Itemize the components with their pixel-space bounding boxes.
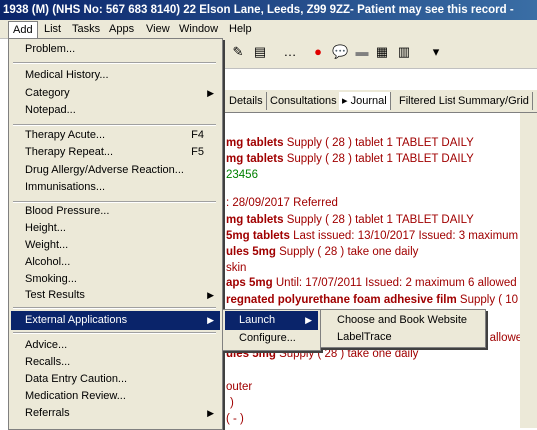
menu-window[interactable]: Window bbox=[175, 21, 222, 37]
journal-line[interactable]: 5mg tablets Last issued: 13/10/2017 Issu… bbox=[226, 230, 537, 242]
tab-summary-grid[interactable]: Summary/Grid bbox=[455, 92, 533, 110]
tab-arrow-icon: ▸ bbox=[342, 95, 351, 107]
tab-journal-label: Journal bbox=[350, 95, 387, 107]
building-icon[interactable]: ▥ bbox=[396, 44, 412, 60]
menu-view[interactable]: View bbox=[142, 21, 174, 37]
journal-line[interactable]: ) bbox=[230, 397, 234, 409]
submenu-arrow-icon: ▶ bbox=[207, 290, 214, 300]
pen-icon[interactable]: ✎ bbox=[230, 44, 246, 60]
journal-line[interactable]: outer bbox=[226, 381, 252, 393]
menu-item-immunisations[interactable]: Immunisations... bbox=[11, 178, 220, 197]
add-menu: Problem... Medical History... Category ▶ … bbox=[8, 38, 223, 430]
journal-line[interactable]: ules 5mg Supply ( 28 ) take one daily bbox=[226, 246, 418, 258]
vertical-scrollbar[interactable] bbox=[520, 113, 537, 428]
tab-journal[interactable]: ▸ Journal bbox=[339, 92, 391, 110]
submenu-arrow-icon: ▶ bbox=[305, 315, 312, 325]
journal-line[interactable]: 23456 bbox=[226, 169, 258, 181]
journal-line[interactable]: skin bbox=[226, 262, 246, 274]
window-title: 1938 (M) (NHS No: 567 683 8140) 22 Elson… bbox=[3, 4, 514, 16]
tab-strip: Details Consultations ▸ Journal Filtered… bbox=[222, 90, 537, 113]
journal-line[interactable]: mg tablets Supply ( 28 ) tablet 1 TABLET… bbox=[226, 153, 474, 165]
journal-line[interactable]: regnated polyurethane foam adhesive film… bbox=[226, 294, 525, 306]
menu-item-configure[interactable]: Configure... bbox=[225, 329, 318, 348]
menu-list[interactable]: List bbox=[40, 21, 65, 37]
journal-line[interactable]: mg tablets Supply ( 28 ) tablet 1 TABLET… bbox=[226, 214, 474, 226]
tab-filtered-list[interactable]: Filtered List bbox=[396, 92, 460, 110]
external-applications-menu: Launch ▶ Configure... bbox=[222, 309, 321, 351]
menu-item-external-applications[interactable]: External Applications ▶ bbox=[11, 311, 220, 330]
tab-details[interactable]: Details bbox=[226, 92, 267, 110]
bar-icon[interactable]: ▬ bbox=[354, 44, 370, 60]
menu-item-problem[interactable]: Problem... bbox=[11, 40, 220, 59]
menu-item-test-results[interactable]: Test Results ▶ bbox=[11, 286, 220, 305]
menu-separator bbox=[13, 62, 216, 64]
chart-icon[interactable]: ▦ bbox=[374, 44, 390, 60]
menu-item-notepad[interactable]: Notepad... bbox=[11, 101, 220, 120]
journal-line[interactable]: aps 5mg Until: 17/07/2011 Issued: 2 maxi… bbox=[226, 277, 534, 289]
journal-line[interactable]: mg tablets Supply ( 28 ) tablet 1 TABLET… bbox=[226, 137, 474, 149]
menu-item-therapy-repeat[interactable]: Therapy Repeat... F5 bbox=[11, 143, 220, 162]
submenu-arrow-icon: ▶ bbox=[207, 315, 214, 325]
submenu-arrow-icon: ▶ bbox=[207, 408, 214, 418]
launch-menu: Choose and Book Website LabelTrace bbox=[320, 309, 486, 348]
journal-pane: mg tablets Supply ( 28 ) tablet 1 TABLET… bbox=[222, 113, 537, 428]
more-icon[interactable]: … bbox=[282, 44, 298, 60]
menu-help[interactable]: Help bbox=[225, 21, 256, 37]
menu-item-referrals[interactable]: Referrals ▶ bbox=[11, 404, 220, 423]
menu-separator bbox=[13, 307, 216, 309]
printer-icon[interactable]: ▾ bbox=[428, 44, 444, 60]
tab-consultations[interactable]: Consultations bbox=[267, 92, 341, 110]
menu-add[interactable]: Add bbox=[8, 21, 38, 39]
title-bar: 1938 (M) (NHS No: 567 683 8140) 22 Elson… bbox=[0, 0, 537, 20]
journal-line[interactable]: ( - ) bbox=[226, 413, 244, 425]
menu-bar: Add List Tasks Apps View Window Help bbox=[0, 20, 537, 39]
journal-line[interactable]: : 28/09/2017 Referred bbox=[226, 197, 338, 209]
menu-apps[interactable]: Apps bbox=[105, 21, 138, 37]
menu-tasks[interactable]: Tasks bbox=[68, 21, 104, 37]
clipboard-icon[interactable]: ▤ bbox=[252, 44, 268, 60]
record-icon[interactable]: ● bbox=[310, 44, 326, 60]
menu-item-launch[interactable]: Launch ▶ bbox=[225, 311, 318, 330]
menu-item-medical-history[interactable]: Medical History... bbox=[11, 66, 220, 85]
toolbar: ✎ ▤ … ● 💬 ▬ ▦ ▥ ▾ bbox=[222, 38, 537, 69]
menu-item-labeltrace[interactable]: LabelTrace bbox=[323, 328, 483, 347]
menu-separator bbox=[13, 332, 216, 334]
speech-bubble-icon[interactable]: 💬 bbox=[332, 44, 348, 60]
